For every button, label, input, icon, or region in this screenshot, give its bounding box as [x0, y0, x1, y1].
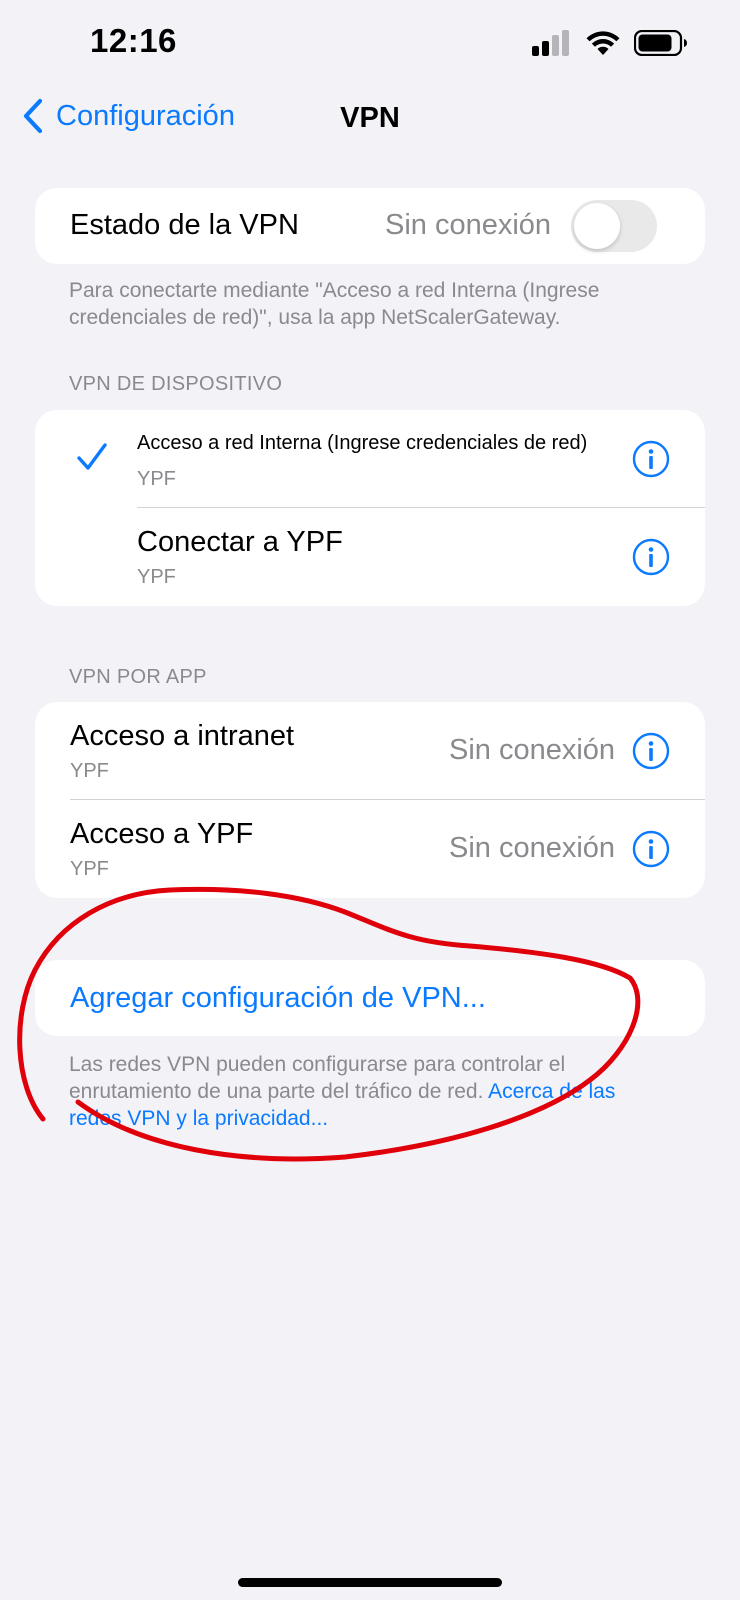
status-time: 12:16	[90, 22, 177, 59]
vpn-status-toggle[interactable]	[571, 200, 657, 252]
status-icons	[532, 30, 688, 56]
add-config-row[interactable]: Agregar configuración de VPN...	[35, 960, 705, 1036]
nav-bar: Configuración VPN	[0, 90, 740, 150]
cellular-signal-icon	[532, 30, 569, 56]
vpn-status-value: Sin conexión	[385, 209, 552, 241]
device-vpn-row[interactable]: Acceso a red Interna (Ingrese credencial…	[35, 410, 705, 508]
page-title: VPN	[340, 102, 400, 134]
app-vpn-subtitle: YPF	[70, 858, 109, 880]
info-circle-icon[interactable]	[632, 830, 670, 868]
app-vpn-status: Sin conexión	[449, 734, 616, 766]
bottom-footnote: Las redes VPN pueden configurarse para c…	[69, 1051, 669, 1132]
device-vpn-row[interactable]: Conectar a YPF YPF	[35, 508, 705, 606]
battery-icon	[634, 30, 687, 56]
app-vpn-title: Acceso a YPF	[70, 818, 254, 850]
app-vpn-subtitle: YPF	[70, 760, 109, 782]
device-vpn-subtitle: YPF	[137, 566, 176, 588]
info-circle-icon[interactable]	[632, 440, 670, 478]
app-vpn-title: Acceso a intranet	[70, 720, 295, 752]
device-vpn-title: Acceso a red Interna (Ingrese credencial…	[137, 432, 588, 454]
app-vpn-status: Sin conexión	[449, 832, 616, 864]
info-circle-icon[interactable]	[632, 538, 670, 576]
add-config-button[interactable]: Agregar configuración de VPN...	[70, 982, 486, 1015]
add-config-group: Agregar configuración de VPN...	[35, 960, 705, 1036]
vpn-status-row: Estado de la VPN Sin conexión	[35, 188, 705, 264]
wifi-icon	[586, 31, 620, 55]
toggle-knob	[574, 203, 620, 249]
checkmark-icon	[77, 443, 107, 470]
info-circle-icon[interactable]	[632, 732, 670, 770]
vpn-status-group: Estado de la VPN Sin conexión	[35, 188, 705, 264]
app-vpn-group: Acceso a intranet YPF Sin conexión Acces…	[35, 702, 705, 898]
device-vpn-title: Conectar a YPF	[137, 526, 343, 558]
app-vpn-row[interactable]: Acceso a YPF YPF Sin conexión	[35, 800, 705, 898]
device-vpn-group: Acceso a red Interna (Ingrese credencial…	[35, 410, 705, 606]
vpn-footnote: Para conectarte mediante "Acceso a red I…	[69, 279, 600, 329]
vpn-status-label: Estado de la VPN	[70, 209, 299, 241]
home-indicator	[238, 1578, 502, 1587]
device-section-header: VPN DE DISPOSITIVO	[69, 373, 283, 395]
app-vpn-row[interactable]: Acceso a intranet YPF Sin conexión	[35, 702, 705, 800]
device-vpn-subtitle: YPF	[137, 468, 176, 490]
status-bar: 12:16	[0, 0, 740, 90]
app-section-header: VPN POR APP	[69, 666, 207, 688]
